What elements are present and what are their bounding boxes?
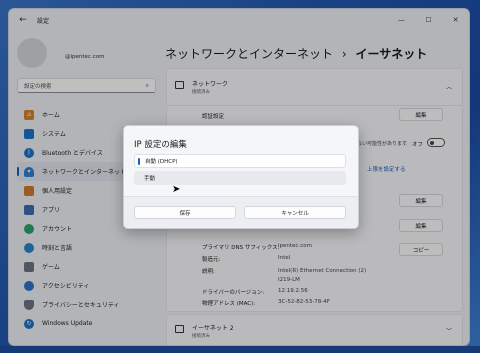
save-button[interactable]: 保存 [134, 206, 236, 219]
ip-settings-dialog: IP 設定の編集 自動 (DHCP) 手動 保存 キャンセル [123, 125, 359, 229]
dialog-title: IP 設定の編集 [134, 140, 187, 150]
ip-mode-option-dhcp[interactable]: 自動 (DHCP) [134, 154, 346, 168]
mouse-cursor-icon: ➤ [172, 184, 181, 195]
cancel-button[interactable]: キャンセル [244, 206, 346, 219]
ip-mode-option-manual[interactable]: 手動 [134, 171, 346, 185]
option-label: 手動 [144, 176, 156, 182]
option-label: 自動 (DHCP) [145, 159, 178, 165]
dialog-footer: 保存 キャンセル [124, 196, 358, 228]
